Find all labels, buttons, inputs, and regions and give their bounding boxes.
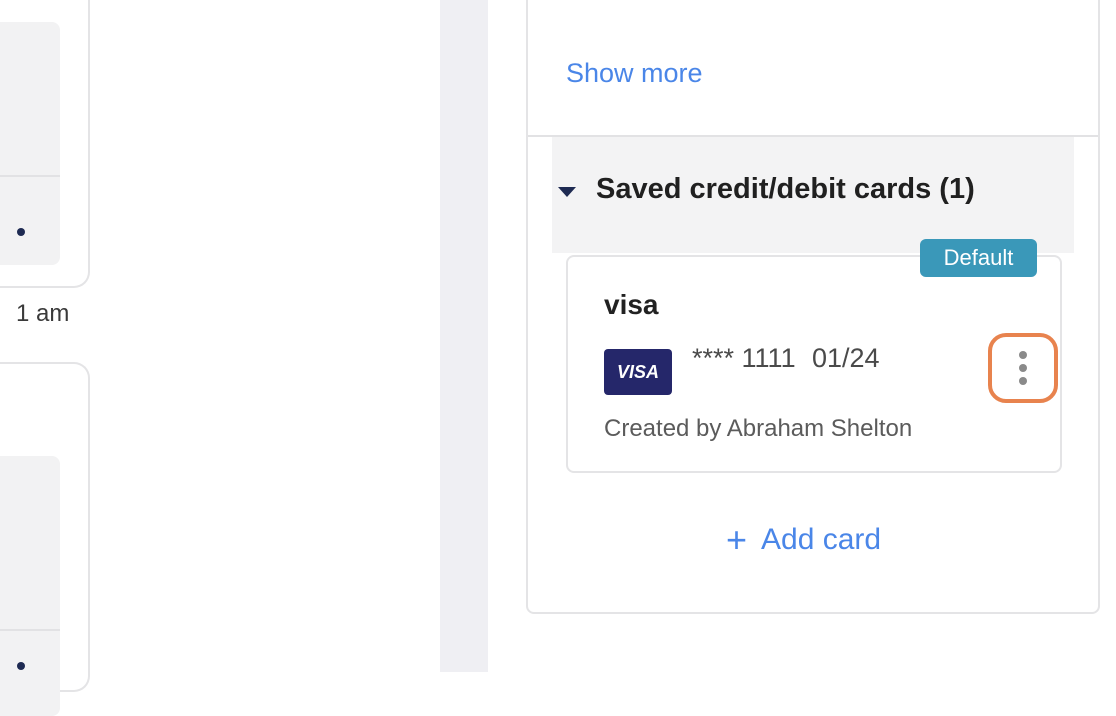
visa-logo-icon: VISA [604,349,672,395]
left-card-divider [0,629,60,631]
more-vertical-icon [1019,351,1027,385]
left-card-content [0,22,60,265]
status-dot [17,662,25,670]
show-more-link[interactable]: Show more [566,58,703,89]
card-name: visa [604,289,659,320]
card-created-by: Created by Abraham Shelton [604,415,913,442]
saved-cards-section-header[interactable]: Saved credit/debit cards (1) [552,137,1074,253]
card-expiry: 01/24 [812,343,880,373]
plus-icon: + [726,519,748,560]
saved-card: Default visa VISA **** 1111 01/24 Create… [566,239,1062,473]
card-more-options-button[interactable] [988,333,1058,403]
timestamp-fragment: 1 am [16,300,70,327]
default-badge: Default [920,239,1037,277]
caret-down-icon [558,187,576,197]
status-dot [17,228,25,236]
left-card-bottom [0,362,90,716]
left-card-divider [0,175,60,177]
add-card-button[interactable]: + Add card [726,522,881,558]
card-masked-number: **** 1111 [692,343,796,373]
column-gutter [440,0,488,672]
add-card-label: Add card [761,523,882,556]
saved-cards-title: Saved credit/debit cards (1) [596,173,975,205]
left-card-top [0,0,90,288]
left-card-content [0,456,60,716]
payment-methods-panel: Show more Saved credit/debit cards (1) D… [526,0,1100,614]
